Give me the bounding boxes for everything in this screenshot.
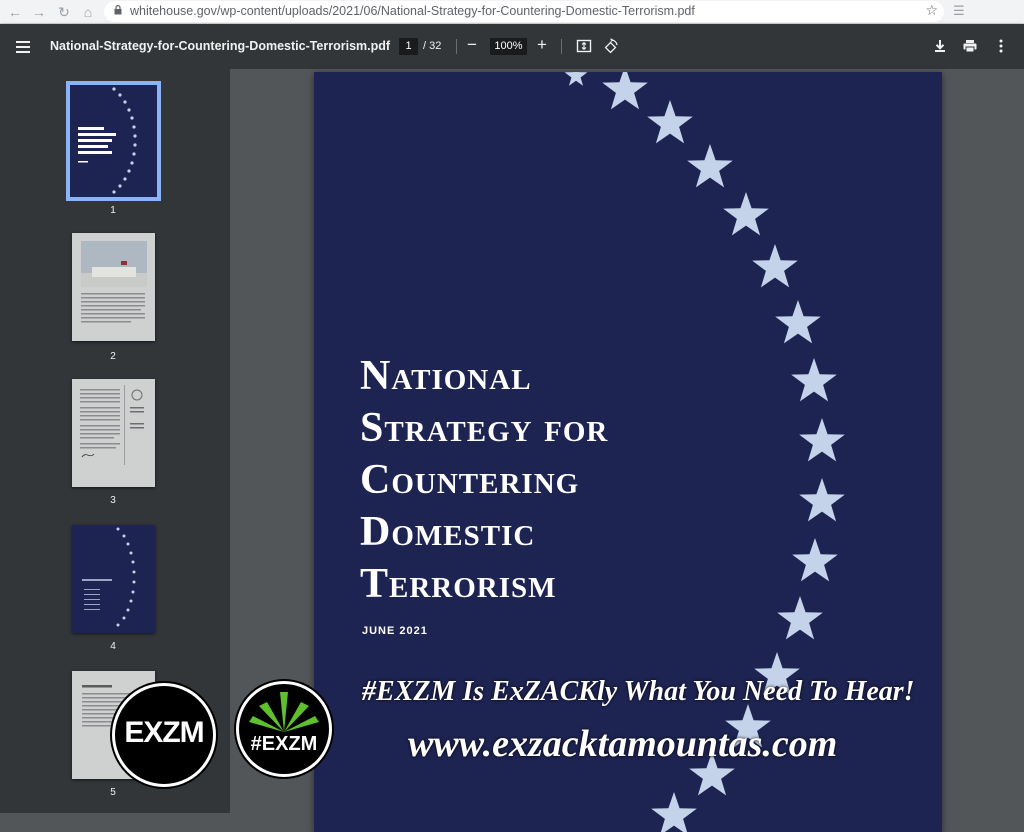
- cover-title-line: Strategy for: [360, 405, 609, 451]
- thumbnail-number: 1: [110, 205, 116, 216]
- lock-icon: [114, 5, 122, 15]
- url-text: whitehouse.gov/wp-content/uploads/2021/0…: [130, 4, 695, 18]
- download-icon[interactable]: [932, 38, 948, 54]
- page-number-input[interactable]: 1: [399, 38, 418, 55]
- document-title: National-Strategy-for-Countering-Domesti…: [50, 39, 391, 53]
- cover-title-line: Terrorism: [360, 561, 557, 607]
- thumbnail-page-2[interactable]: [72, 233, 155, 341]
- rotate-icon[interactable]: [603, 38, 619, 54]
- thumbnail-page-1[interactable]: [66, 81, 161, 201]
- back-icon[interactable]: ←: [6, 3, 24, 21]
- thumbnail-page-art: [81, 241, 147, 323]
- thumbnail-number: 5: [110, 787, 116, 798]
- zoom-level-input[interactable]: 100%: [490, 38, 527, 55]
- zoom-in-icon[interactable]: +: [537, 35, 547, 55]
- page-total: / 32: [423, 40, 442, 52]
- cover-title-line: Domestic: [360, 509, 536, 555]
- divider: [561, 39, 562, 54]
- thumbnail-page-art: [82, 527, 136, 627]
- cover-title-line: National: [360, 353, 532, 399]
- zoom-out-icon[interactable]: −: [467, 35, 477, 55]
- exzm-logo-text: EXZM: [124, 716, 204, 749]
- exzm-leaf-logo: #EXZM: [236, 681, 332, 777]
- print-icon[interactable]: [962, 38, 978, 54]
- reload-icon[interactable]: ↻: [55, 3, 73, 21]
- thumbnail-number: 4: [110, 641, 116, 652]
- reading-list-icon[interactable]: ☰: [953, 3, 965, 19]
- more-options-icon[interactable]: [993, 38, 1009, 54]
- star-arc: [112, 87, 137, 194]
- menu-icon[interactable]: [16, 41, 30, 53]
- thumbnail-page-art: [80, 385, 144, 465]
- pdf-page-1: National Strategy for Countering Domesti…: [314, 72, 942, 832]
- thumbnail-cover-art: [78, 87, 137, 194]
- cover-date: JUNE 2021: [362, 625, 428, 637]
- exzm-logo: EXZM: [112, 683, 216, 787]
- thumbnail-page-3[interactable]: [72, 379, 155, 487]
- pdf-toolbar: National-Strategy-for-Countering-Domesti…: [0, 24, 1024, 69]
- cannabis-leaf-icon: [249, 692, 319, 732]
- divider: [456, 39, 457, 54]
- address-bar[interactable]: whitehouse.gov/wp-content/uploads/2021/0…: [104, 1, 944, 22]
- thumbnail-number: 3: [110, 495, 116, 506]
- watermark-tagline: #EXZM Is ExZACKly What You Need To Hear!: [362, 676, 915, 707]
- bookmark-star-icon[interactable]: ☆: [925, 2, 938, 19]
- cover-title-line: Countering: [360, 457, 580, 503]
- fit-to-page-icon[interactable]: [576, 38, 592, 54]
- thumbnail-page-4[interactable]: [72, 525, 155, 633]
- watermark-url: www.exzacktamountas.com: [408, 723, 838, 765]
- thumbnail-number: 2: [110, 351, 116, 362]
- forward-icon[interactable]: →: [30, 3, 48, 21]
- exzm-leaf-logo-text: #EXZM: [250, 733, 318, 755]
- home-icon[interactable]: ⌂: [79, 3, 97, 21]
- browser-toolbar: ← → ↻ ⌂ whitehouse.gov/wp-content/upload…: [0, 0, 1024, 24]
- cover-title: National Strategy for Countering Domesti…: [360, 350, 780, 610]
